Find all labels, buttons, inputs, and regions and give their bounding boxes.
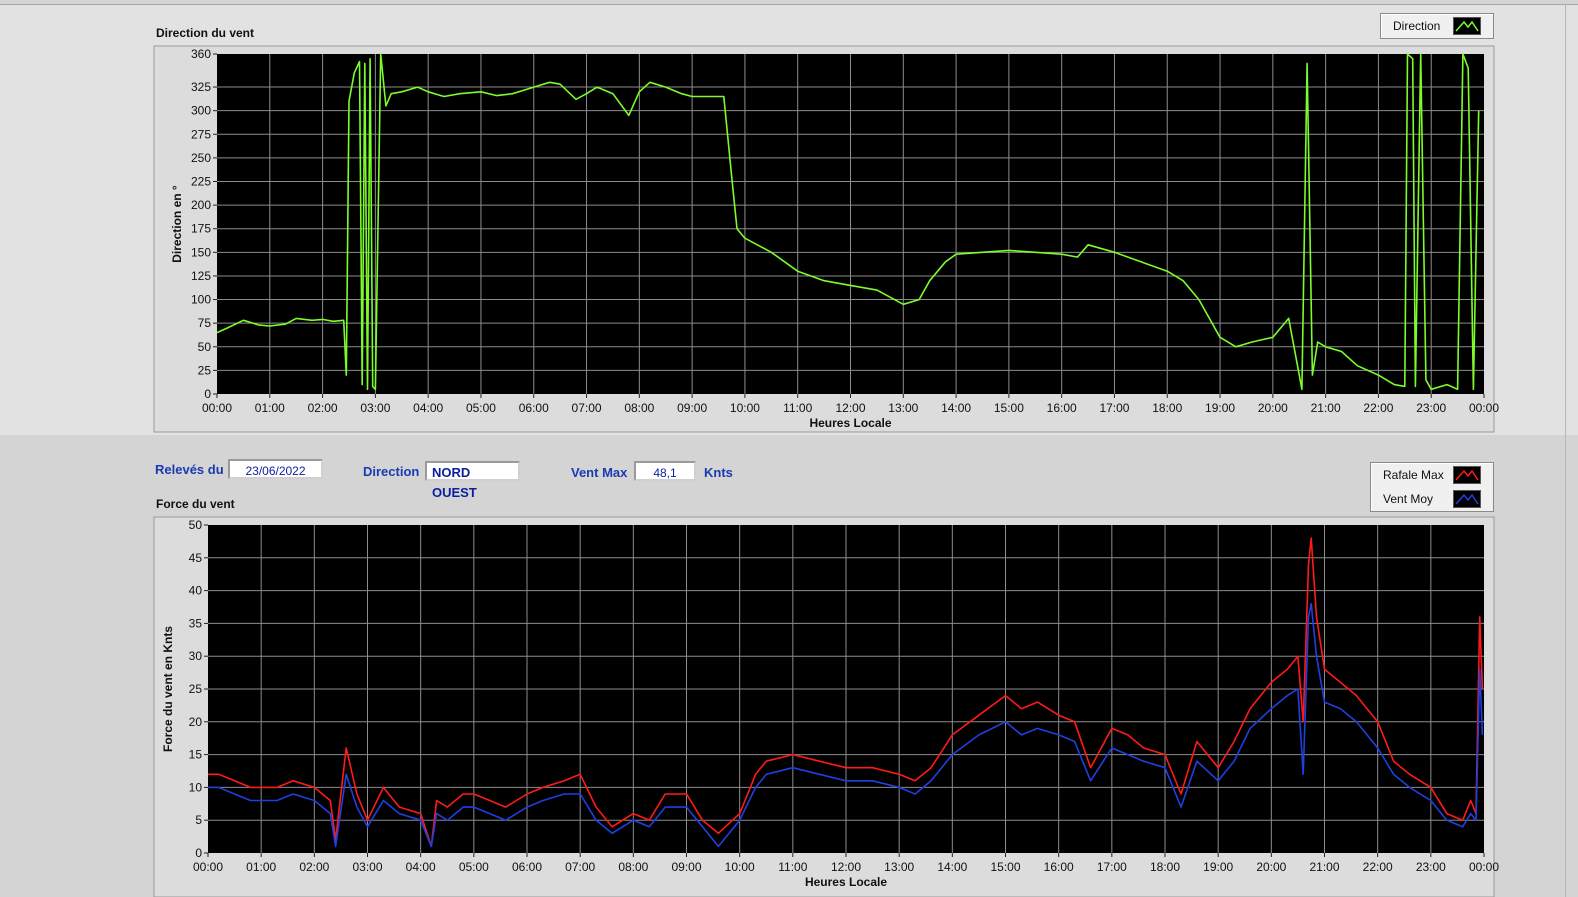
- x-tick-label: 20:00: [1256, 860, 1286, 874]
- x-tick-label: 10:00: [725, 860, 755, 874]
- x-tick-label: 21:00: [1309, 860, 1339, 874]
- x-tick-label: 03:00: [352, 860, 382, 874]
- x-tick-label: 18:00: [1150, 860, 1180, 874]
- x-tick-label: 02:00: [299, 860, 329, 874]
- y-tick-label: 35: [189, 616, 203, 630]
- legend-item-vent-moy[interactable]: Vent Moy: [1371, 487, 1493, 511]
- legend-swatch-rafale-max[interactable]: [1453, 466, 1481, 484]
- x-tick-label: 07:00: [565, 860, 595, 874]
- legend-label-vent-moy: Vent Moy: [1383, 492, 1434, 506]
- releves-date-field[interactable]: 23/06/2022: [228, 459, 323, 479]
- releves-label: Relevés du: [155, 462, 224, 477]
- x-tick-label: 13:00: [884, 860, 914, 874]
- legend-item-rafale-max[interactable]: Rafale Max: [1371, 463, 1493, 487]
- x-tick-label: 22:00: [1363, 860, 1393, 874]
- y-tick-label: 30: [189, 649, 203, 663]
- x-tick-label: 04:00: [406, 860, 436, 874]
- legend-label-direction: Direction: [1393, 19, 1441, 33]
- direction-label: Direction: [363, 464, 420, 479]
- legend-label-rafale-max: Rafale Max: [1383, 468, 1444, 482]
- legend-swatch-direction[interactable]: [1453, 17, 1481, 35]
- y-tick-label: 5: [195, 813, 202, 827]
- x-tick-label: 00:00: [193, 860, 223, 874]
- legend-swatch-vent-moy[interactable]: [1453, 490, 1481, 508]
- x-tick-label: 11:00: [778, 860, 807, 874]
- x-tick-label: 12:00: [831, 860, 861, 874]
- y-tick-label: 50: [189, 518, 203, 532]
- x-tick-label: 15:00: [990, 860, 1020, 874]
- x-axis-title: Heures Locale: [805, 875, 887, 889]
- x-tick-label: 09:00: [671, 860, 701, 874]
- legend-item-direction[interactable]: Direction: [1381, 14, 1493, 38]
- plot-area: [208, 525, 1484, 853]
- vent-max-label: Vent Max: [571, 465, 628, 480]
- y-tick-label: 15: [189, 748, 203, 762]
- x-tick-label: 23:00: [1416, 860, 1446, 874]
- chart-frame: [153, 516, 1495, 897]
- y-tick-label: 25: [189, 682, 203, 696]
- direction-panel-title: Direction du vent: [156, 26, 255, 40]
- x-tick-label: 16:00: [1044, 860, 1074, 874]
- series-line-rafale-max: [208, 537, 1484, 848]
- force-legend: Rafale Max Vent Moy: [1370, 462, 1494, 512]
- x-tick-label: 08:00: [618, 860, 648, 874]
- direction-legend: Direction: [1380, 13, 1494, 39]
- x-tick-label: 19:00: [1203, 860, 1233, 874]
- y-tick-label: 0: [195, 846, 202, 860]
- x-tick-label: 06:00: [512, 860, 542, 874]
- y-tick-label: 20: [189, 715, 203, 729]
- x-tick-label: 05:00: [459, 860, 489, 874]
- x-tick-label: 00:00: [1469, 860, 1499, 874]
- y-tick-label: 10: [189, 780, 203, 794]
- series-line-vent-moy: [208, 602, 1484, 848]
- x-tick-label: 17:00: [1097, 860, 1127, 874]
- y-axis-title: Force du vent en Knts: [161, 626, 175, 752]
- vent-max-field[interactable]: 48,1: [634, 461, 696, 481]
- direction-field[interactable]: NORD OUEST: [425, 461, 520, 500]
- vent-max-unit: Knts: [704, 465, 733, 480]
- y-tick-label: 45: [189, 551, 203, 565]
- x-tick-label: 14:00: [937, 860, 967, 874]
- y-tick-label: 40: [189, 584, 203, 598]
- force-panel-title: Force du vent: [156, 497, 235, 511]
- x-tick-label: 01:00: [246, 860, 276, 874]
